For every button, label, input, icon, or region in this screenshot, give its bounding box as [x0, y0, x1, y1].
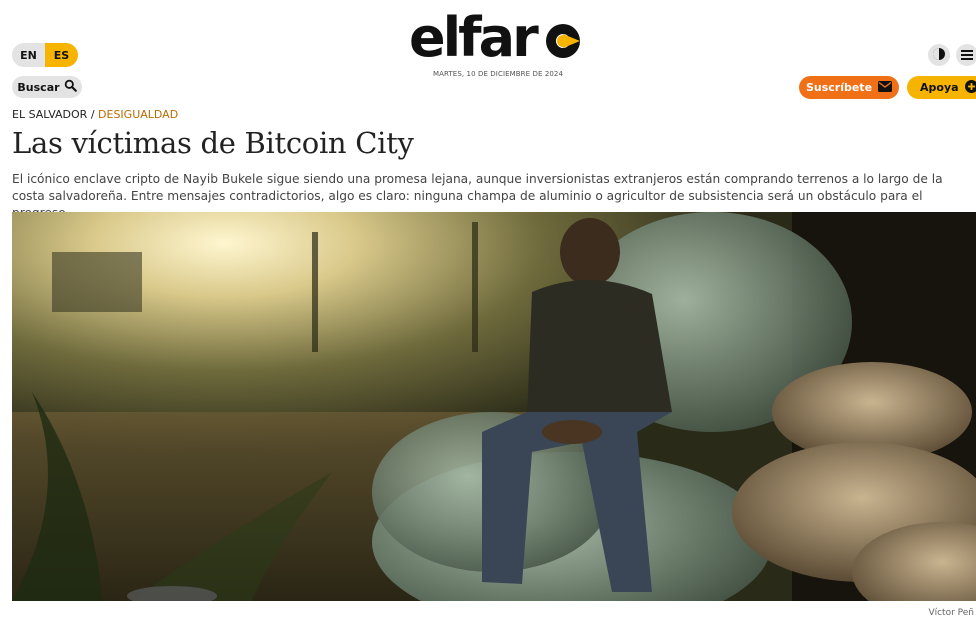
- svg-text:elfar: elfar: [409, 10, 539, 68]
- site-logo[interactable]: elfar: [409, 6, 587, 69]
- subscribe-label: Suscríbete: [805, 81, 873, 94]
- menu-icon: [961, 48, 973, 62]
- breadcrumb: EL SALVADOR / DESIGUALDAD: [12, 108, 179, 121]
- breadcrumb-section[interactable]: EL SALVADOR: [12, 108, 87, 121]
- envelope-icon: [878, 80, 893, 95]
- search-icon: [64, 79, 77, 95]
- article-title: Las víctimas de Bitcoin City: [12, 126, 414, 160]
- language-toggle[interactable]: EN ES: [12, 43, 78, 67]
- support-label: Apoya: [920, 81, 959, 94]
- search-button[interactable]: Buscar: [12, 76, 82, 98]
- menu-button[interactable]: [956, 44, 976, 66]
- header-date: MARTES, 10 DE DICIEMBRE DE 2024: [432, 70, 564, 78]
- search-label: Buscar: [17, 80, 60, 94]
- moon-icon: [932, 46, 946, 65]
- support-button[interactable]: Apoya: [907, 76, 976, 99]
- lang-en-button[interactable]: EN: [12, 43, 45, 67]
- lang-es-button[interactable]: ES: [45, 43, 78, 67]
- breadcrumb-category[interactable]: DESIGUALDAD: [98, 108, 178, 121]
- dark-mode-toggle[interactable]: [928, 44, 950, 66]
- plus-circle-icon: [964, 79, 976, 96]
- article-hero-photo: [12, 212, 976, 601]
- subscribe-button[interactable]: Suscríbete: [799, 76, 899, 99]
